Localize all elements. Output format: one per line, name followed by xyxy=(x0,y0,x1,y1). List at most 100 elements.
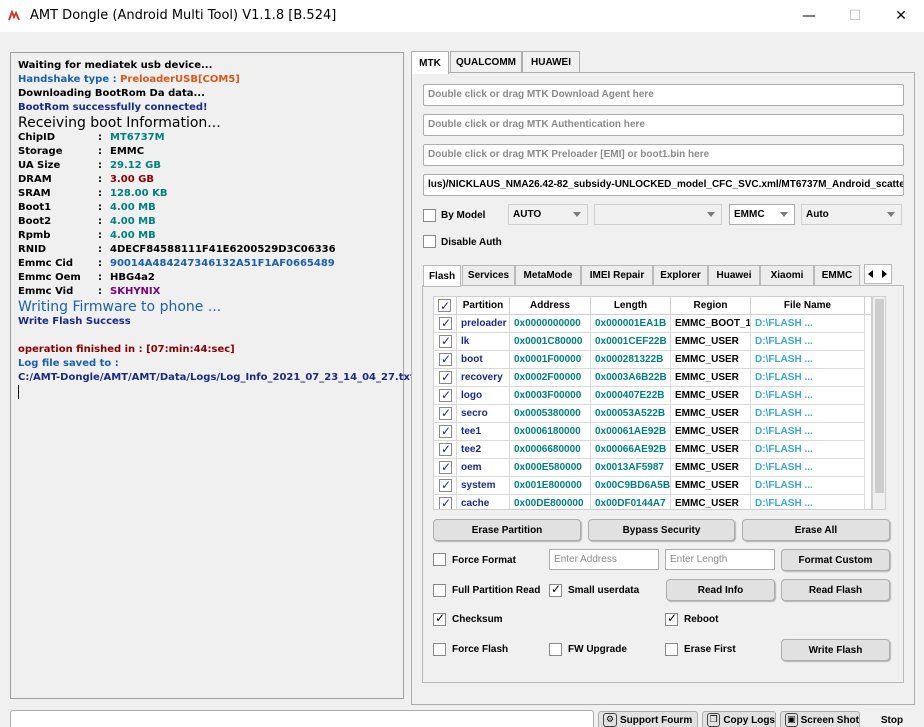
region-cell[interactable]: EMMC_USER xyxy=(671,405,751,423)
model-auto-combo[interactable]: AUTO xyxy=(508,204,588,225)
address-cell[interactable]: 0x00DE800000 xyxy=(510,495,591,509)
subtab-imei-repair[interactable]: IMEI Repair xyxy=(581,265,653,286)
header-partition[interactable]: Partition xyxy=(457,297,510,315)
row-select-cell[interactable] xyxy=(434,459,457,477)
row-select-cell[interactable] xyxy=(434,333,457,351)
table-row[interactable]: cache0x00DE8000000x00DF0144A7EMMC_USERD:… xyxy=(434,495,871,509)
length-cell[interactable]: 0x00DF0144A7 xyxy=(591,495,671,509)
row-select-cell[interactable] xyxy=(434,351,457,369)
length-cell[interactable]: 0x0013AF5987 xyxy=(591,459,671,477)
table-row[interactable]: logo0x0003F000000x000407E22BEMMC_USERD:\… xyxy=(434,387,871,405)
subtab-huawei[interactable]: Huawei xyxy=(708,265,760,286)
close-button[interactable]: ✕ xyxy=(878,0,924,32)
file-name-cell[interactable]: D:\FLASH ... xyxy=(751,495,865,509)
tab-huawei[interactable]: HUAWEI xyxy=(522,51,580,73)
row-select-cell[interactable] xyxy=(434,495,457,509)
screen-shot-button[interactable]: ▣ Screen Shot xyxy=(780,711,860,727)
length-cell[interactable]: 0x000281322B xyxy=(591,351,671,369)
partition-cell[interactable]: preloader xyxy=(457,315,510,333)
row-checkbox[interactable] xyxy=(439,441,452,458)
full-partition-read-checkbox[interactable] xyxy=(433,584,446,597)
stop-button[interactable]: Stop xyxy=(868,711,916,727)
preloader-dropzone[interactable]: Double click or drag MTK Preloader [EMI]… xyxy=(423,144,904,166)
partition-cell[interactable]: cache xyxy=(457,495,510,509)
subtab-emmc[interactable]: EMMC xyxy=(814,265,860,286)
download-agent-dropzone[interactable]: Double click or drag MTK Download Agent … xyxy=(423,84,904,106)
force-format-checkbox[interactable] xyxy=(433,553,446,566)
region-cell[interactable]: EMMC_USER xyxy=(671,369,751,387)
header-region[interactable]: Region xyxy=(671,297,751,315)
header-address[interactable]: Address xyxy=(510,297,591,315)
log-panel[interactable]: Waiting for mediatek usb device... Hands… xyxy=(10,52,415,699)
partition-table[interactable]: Partition Address Length Region File Nam… xyxy=(433,296,872,510)
by-model-checkbox[interactable] xyxy=(423,209,436,222)
address-cell[interactable]: 0x0000000000 xyxy=(510,315,591,333)
tab-qualcomm[interactable]: QUALCOMM xyxy=(450,51,522,73)
file-name-cell[interactable]: D:\FLASH ... xyxy=(751,333,865,351)
row-checkbox[interactable] xyxy=(439,477,452,494)
length-cell[interactable]: 0x0003A6B22B xyxy=(591,369,671,387)
region-cell[interactable]: EMMC_BOOT_1 xyxy=(671,315,751,333)
region-cell[interactable]: EMMC_USER xyxy=(671,351,751,369)
subtab-metamode[interactable]: MetaMode xyxy=(515,265,581,286)
address-cell[interactable]: 0x001E800000 xyxy=(510,477,591,495)
subtab-xiaomi[interactable]: Xiaomi xyxy=(760,265,814,286)
table-row[interactable]: tee10x00061800000x00061AE92BEMMC_USERD:\… xyxy=(434,423,871,441)
arrow-left-icon[interactable] xyxy=(868,270,873,278)
row-checkbox[interactable] xyxy=(439,405,452,422)
model-select-combo[interactable] xyxy=(594,204,722,225)
address-cell[interactable]: 0x0003F00000 xyxy=(510,387,591,405)
arrow-right-icon[interactable] xyxy=(882,270,887,278)
partition-cell[interactable]: boot xyxy=(457,351,510,369)
row-checkbox[interactable] xyxy=(439,459,452,476)
row-select-cell[interactable] xyxy=(434,369,457,387)
copy-logs-button[interactable]: ❐ Copy Logs xyxy=(702,711,776,727)
partition-cell[interactable]: recovery xyxy=(457,369,510,387)
scrollbar-thumb[interactable] xyxy=(875,299,884,493)
address-cell[interactable]: 0x0001F00000 xyxy=(510,351,591,369)
partition-cell[interactable]: tee2 xyxy=(457,441,510,459)
row-select-cell[interactable] xyxy=(434,315,457,333)
row-checkbox[interactable] xyxy=(439,387,452,404)
address-cell[interactable]: 0x0006680000 xyxy=(510,441,591,459)
partition-cell[interactable]: system xyxy=(457,477,510,495)
length-cell[interactable]: 0x000407E22B xyxy=(591,387,671,405)
storage-type-combo[interactable]: EMMC xyxy=(729,204,795,225)
table-row[interactable]: preloader0x00000000000x000001EA1BEMMC_BO… xyxy=(434,315,871,333)
region-cell[interactable]: EMMC_USER xyxy=(671,459,751,477)
subtab-services[interactable]: Services xyxy=(462,265,515,286)
table-row[interactable]: secro0x00053800000x00053A522BEMMC_USERD:… xyxy=(434,405,871,423)
partition-cell[interactable]: logo xyxy=(457,387,510,405)
file-name-cell[interactable]: D:\FLASH ... xyxy=(751,315,865,333)
file-name-cell[interactable]: D:\FLASH ... xyxy=(751,369,865,387)
row-checkbox[interactable] xyxy=(439,423,452,440)
file-name-cell[interactable]: D:\FLASH ... xyxy=(751,387,865,405)
file-name-cell[interactable]: D:\FLASH ... xyxy=(751,423,865,441)
region-cell[interactable]: EMMC_USER xyxy=(671,441,751,459)
partition-cell[interactable]: lk xyxy=(457,333,510,351)
file-name-cell[interactable]: D:\FLASH ... xyxy=(751,351,865,369)
table-row[interactable]: oem0x000E5800000x0013AF5987EMMC_USERD:\F… xyxy=(434,459,871,477)
row-checkbox[interactable] xyxy=(439,369,452,386)
length-cell[interactable]: 0x00053A522B xyxy=(591,405,671,423)
subtab-scroll[interactable] xyxy=(864,264,892,284)
read-flash-button[interactable]: Read Flash xyxy=(781,579,890,601)
address-cell[interactable]: 0x0006180000 xyxy=(510,423,591,441)
subtab-explorer[interactable]: Explorer xyxy=(653,265,708,286)
region-cell[interactable]: EMMC_USER xyxy=(671,495,751,509)
enter-length-input[interactable]: Enter Length xyxy=(665,549,775,570)
table-row[interactable]: boot0x0001F000000x000281322BEMMC_USERD:\… xyxy=(434,351,871,369)
maximize-button[interactable]: ☐ xyxy=(832,0,878,32)
length-cell[interactable]: 0x0001CEF22B xyxy=(591,333,671,351)
scatter-file-field[interactable]: lus)/NICKLAUS_NMA26.42-82_subsidy-UNLOCK… xyxy=(423,174,904,196)
length-cell[interactable]: 0x00061AE92B xyxy=(591,423,671,441)
fw-upgrade-checkbox[interactable] xyxy=(549,643,562,656)
file-name-cell[interactable]: D:\FLASH ... xyxy=(751,477,865,495)
header-file-name[interactable]: File Name xyxy=(751,297,865,315)
file-name-cell[interactable]: D:\FLASH ... xyxy=(751,405,865,423)
row-select-cell[interactable] xyxy=(434,387,457,405)
row-checkbox[interactable] xyxy=(439,333,452,350)
enter-address-input[interactable]: Enter Address xyxy=(549,549,659,570)
speed-combo[interactable]: Auto xyxy=(801,204,902,225)
address-cell[interactable]: 0x0005380000 xyxy=(510,405,591,423)
